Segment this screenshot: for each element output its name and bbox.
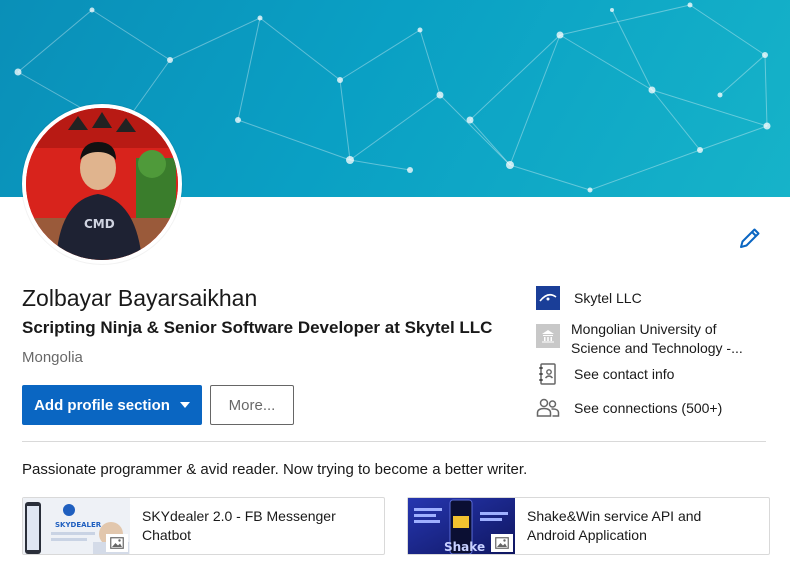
media-title-line1: Shake&Win service API and <box>527 508 702 524</box>
profile-summary: Passionate programmer & avid reader. Now… <box>22 461 528 478</box>
pencil-icon <box>740 228 760 248</box>
connections-label: See connections (500+) <box>574 399 723 416</box>
people-icon <box>536 398 560 417</box>
profile-photo[interactable]: CMD <box>22 104 182 264</box>
image-icon <box>106 534 128 552</box>
media-thumbnail: Shake <box>408 498 515 554</box>
media-title-line2: Chatbot <box>142 527 192 543</box>
company-logo-icon <box>536 286 560 310</box>
contact-info-label: See contact info <box>574 365 675 382</box>
edit-intro-button[interactable] <box>736 224 764 252</box>
more-button[interactable]: More... <box>210 385 294 425</box>
current-company-link[interactable]: Skytel LLC <box>536 286 642 310</box>
profile-location: Mongolia <box>22 349 83 366</box>
caret-down-icon <box>179 402 190 408</box>
media-thumb-caption: Shake <box>444 540 485 554</box>
add-profile-section-button[interactable]: Add profile section <box>22 385 202 425</box>
school-name-line2: Science and Technology -... <box>571 340 743 356</box>
media-thumbnail: SKYDEALER <box>23 498 130 554</box>
profile-name: Zolbayar Bayarsaikhan <box>22 285 258 311</box>
media-title-line1: SKYdealer 2.0 - FB Messenger <box>142 508 336 524</box>
media-item-shake-win[interactable]: Shake Shake&Win service API and Android … <box>407 497 770 555</box>
media-item-skydealer[interactable]: SKYDEALER SKYdealer 2.0 - FB Messenger C… <box>22 497 385 555</box>
svg-text:CMD: CMD <box>84 217 115 231</box>
education-link[interactable]: Mongolian University of Science and Tech… <box>536 320 743 358</box>
connections-link[interactable]: See connections (500+) <box>536 396 722 420</box>
media-thumb-caption: SKYDEALER <box>55 521 102 529</box>
profile-headline: Scripting Ninja & Senior Software Develo… <box>22 318 493 337</box>
add-profile-section-label: Add profile section <box>34 396 170 414</box>
address-book-icon <box>539 363 556 385</box>
company-name: Skytel LLC <box>574 289 642 306</box>
school-logo-icon <box>536 324 560 348</box>
section-divider <box>22 441 766 442</box>
more-label: More... <box>228 396 276 414</box>
media-title-line2: Android Application <box>527 527 647 543</box>
contact-info-link[interactable]: See contact info <box>536 362 674 386</box>
profile-card: CMD Zolbayar Bayarsaikhan Scripting Ninj… <box>0 0 790 579</box>
image-icon <box>491 534 513 552</box>
school-name-line1: Mongolian University of <box>571 321 717 337</box>
